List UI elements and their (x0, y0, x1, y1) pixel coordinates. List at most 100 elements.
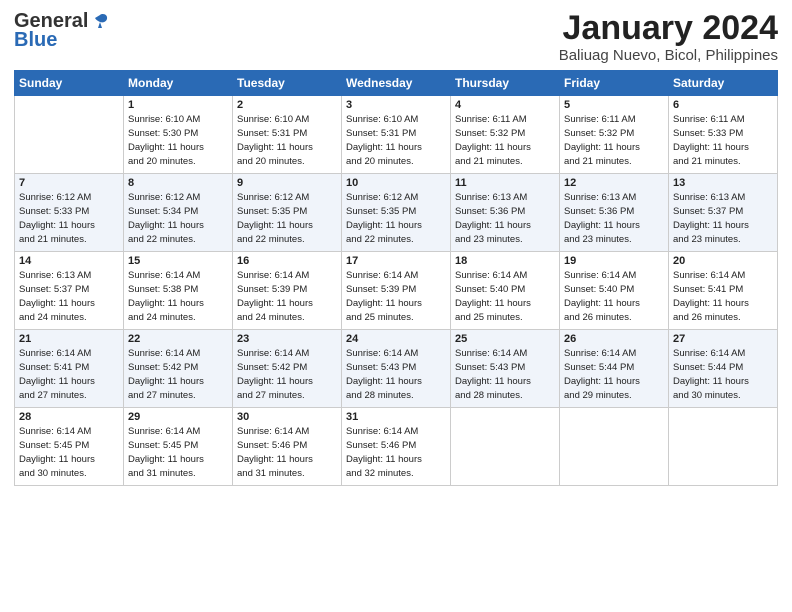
day-number: 6 (673, 99, 773, 111)
cell-info: Sunrise: 6:13 AM Sunset: 5:36 PM Dayligh… (564, 191, 664, 246)
cell-info: Sunrise: 6:14 AM Sunset: 5:40 PM Dayligh… (564, 269, 664, 324)
cell-info: Sunrise: 6:11 AM Sunset: 5:32 PM Dayligh… (455, 113, 555, 168)
day-number: 3 (346, 99, 446, 111)
calendar-cell: 2 Sunrise: 6:10 AM Sunset: 5:31 PM Daylig… (233, 96, 342, 174)
calendar-cell: 23 Sunrise: 6:14 AM Sunset: 5:42 PM Dayli… (233, 330, 342, 408)
calendar-cell: 5Sunrise: 6:11 AM Sunset: 5:32 PM Daylig… (560, 96, 669, 174)
logo-blue: Blue (14, 29, 57, 52)
header: General Blue January 2024 Baliuag Nuevo,… (14, 10, 778, 64)
calendar-cell: 14 Sunrise: 6:13 AM Sunset: 5:37 PM Dayli… (15, 252, 124, 330)
day-number: 24 (346, 333, 446, 345)
day-number: 14 (19, 255, 119, 267)
col-header-tuesday: Tuesday (233, 71, 342, 96)
calendar-cell: 20Sunrise: 6:14 AM Sunset: 5:41 PM Dayli… (669, 252, 778, 330)
cell-info: Sunrise: 6:10 AM Sunset: 5:31 PM Dayligh… (346, 113, 446, 168)
logo: General Blue (14, 10, 110, 52)
day-number: 15 (128, 255, 228, 267)
calendar-cell: 8Sunrise: 6:12 AM Sunset: 5:34 PM Daylig… (124, 174, 233, 252)
week-row-5: 28 Sunrise: 6:14 AM Sunset: 5:45 PM Dayli… (15, 408, 778, 486)
cell-info: Sunrise: 6:14 AM Sunset: 5:45 PM Dayligh… (19, 425, 119, 480)
calendar-cell: 25Sunrise: 6:14 AM Sunset: 5:43 PM Dayli… (451, 330, 560, 408)
day-number: 1 (128, 99, 228, 111)
day-number: 17 (346, 255, 446, 267)
month-title: January 2024 (559, 10, 778, 47)
calendar-cell: 9 Sunrise: 6:12 AM Sunset: 5:35 PM Daylig… (233, 174, 342, 252)
page: General Blue January 2024 Baliuag Nuevo,… (0, 0, 792, 612)
cell-info: Sunrise: 6:14 AM Sunset: 5:44 PM Dayligh… (564, 347, 664, 402)
cell-info: Sunrise: 6:14 AM Sunset: 5:41 PM Dayligh… (19, 347, 119, 402)
col-header-friday: Friday (560, 71, 669, 96)
calendar-cell (15, 96, 124, 174)
day-number: 30 (237, 411, 337, 423)
day-number: 5 (564, 99, 664, 111)
cell-info: Sunrise: 6:14 AM Sunset: 5:46 PM Dayligh… (346, 425, 446, 480)
cell-info: Sunrise: 6:13 AM Sunset: 5:37 PM Dayligh… (19, 269, 119, 324)
cell-info: Sunrise: 6:14 AM Sunset: 5:42 PM Dayligh… (128, 347, 228, 402)
cell-info: Sunrise: 6:10 AM Sunset: 5:30 PM Dayligh… (128, 113, 228, 168)
calendar-cell (451, 408, 560, 486)
cell-info: Sunrise: 6:14 AM Sunset: 5:39 PM Dayligh… (237, 269, 337, 324)
col-header-monday: Monday (124, 71, 233, 96)
calendar-cell: 7 Sunrise: 6:12 AM Sunset: 5:33 PM Daylig… (15, 174, 124, 252)
day-number: 13 (673, 177, 773, 189)
day-number: 4 (455, 99, 555, 111)
day-number: 10 (346, 177, 446, 189)
cell-info: Sunrise: 6:14 AM Sunset: 5:42 PM Dayligh… (237, 347, 337, 402)
day-number: 8 (128, 177, 228, 189)
calendar-cell: 18Sunrise: 6:14 AM Sunset: 5:40 PM Dayli… (451, 252, 560, 330)
header-row: SundayMondayTuesdayWednesdayThursdayFrid… (15, 71, 778, 96)
day-number: 9 (237, 177, 337, 189)
cell-info: Sunrise: 6:14 AM Sunset: 5:44 PM Dayligh… (673, 347, 773, 402)
col-header-saturday: Saturday (669, 71, 778, 96)
week-row-4: 21 Sunrise: 6:14 AM Sunset: 5:41 PM Dayli… (15, 330, 778, 408)
week-row-3: 14 Sunrise: 6:13 AM Sunset: 5:37 PM Dayli… (15, 252, 778, 330)
day-number: 2 (237, 99, 337, 111)
calendar-cell: 4 Sunrise: 6:11 AM Sunset: 5:32 PM Daylig… (451, 96, 560, 174)
day-number: 16 (237, 255, 337, 267)
cell-info: Sunrise: 6:11 AM Sunset: 5:33 PM Dayligh… (673, 113, 773, 168)
calendar-cell (669, 408, 778, 486)
week-row-1: 1 Sunrise: 6:10 AM Sunset: 5:30 PM Daylig… (15, 96, 778, 174)
calendar-cell: 26 Sunrise: 6:14 AM Sunset: 5:44 PM Dayli… (560, 330, 669, 408)
cell-info: Sunrise: 6:14 AM Sunset: 5:43 PM Dayligh… (455, 347, 555, 402)
location-title: Baliuag Nuevo, Bicol, Philippines (559, 47, 778, 64)
col-header-sunday: Sunday (15, 71, 124, 96)
day-number: 21 (19, 333, 119, 345)
calendar-cell: 30Sunrise: 6:14 AM Sunset: 5:46 PM Dayli… (233, 408, 342, 486)
title-block: January 2024 Baliuag Nuevo, Bicol, Phili… (559, 10, 778, 64)
day-number: 11 (455, 177, 555, 189)
calendar-cell: 22 Sunrise: 6:14 AM Sunset: 5:42 PM Dayli… (124, 330, 233, 408)
calendar-cell: 1 Sunrise: 6:10 AM Sunset: 5:30 PM Daylig… (124, 96, 233, 174)
day-number: 20 (673, 255, 773, 267)
cell-info: Sunrise: 6:12 AM Sunset: 5:33 PM Dayligh… (19, 191, 119, 246)
calendar-cell: 12Sunrise: 6:13 AM Sunset: 5:36 PM Dayli… (560, 174, 669, 252)
calendar-cell: 15 Sunrise: 6:14 AM Sunset: 5:38 PM Dayli… (124, 252, 233, 330)
calendar-cell: 16 Sunrise: 6:14 AM Sunset: 5:39 PM Dayli… (233, 252, 342, 330)
cell-info: Sunrise: 6:14 AM Sunset: 5:38 PM Dayligh… (128, 269, 228, 324)
day-number: 7 (19, 177, 119, 189)
cell-info: Sunrise: 6:14 AM Sunset: 5:43 PM Dayligh… (346, 347, 446, 402)
calendar-cell: 10 Sunrise: 6:12 AM Sunset: 5:35 PM Dayli… (342, 174, 451, 252)
day-number: 19 (564, 255, 664, 267)
calendar-cell: 29Sunrise: 6:14 AM Sunset: 5:45 PM Dayli… (124, 408, 233, 486)
col-header-thursday: Thursday (451, 71, 560, 96)
calendar-cell: 13Sunrise: 6:13 AM Sunset: 5:37 PM Dayli… (669, 174, 778, 252)
day-number: 23 (237, 333, 337, 345)
calendar-cell: 17 Sunrise: 6:14 AM Sunset: 5:39 PM Dayli… (342, 252, 451, 330)
day-number: 26 (564, 333, 664, 345)
calendar-cell: 3 Sunrise: 6:10 AM Sunset: 5:31 PM Daylig… (342, 96, 451, 174)
cell-info: Sunrise: 6:14 AM Sunset: 5:40 PM Dayligh… (455, 269, 555, 324)
day-number: 28 (19, 411, 119, 423)
calendar-cell: 11Sunrise: 6:13 AM Sunset: 5:36 PM Dayli… (451, 174, 560, 252)
cell-info: Sunrise: 6:14 AM Sunset: 5:39 PM Dayligh… (346, 269, 446, 324)
calendar-cell: 24 Sunrise: 6:14 AM Sunset: 5:43 PM Dayli… (342, 330, 451, 408)
day-number: 22 (128, 333, 228, 345)
calendar-cell: 31 Sunrise: 6:14 AM Sunset: 5:46 PM Dayli… (342, 408, 451, 486)
day-number: 29 (128, 411, 228, 423)
day-number: 31 (346, 411, 446, 423)
cell-info: Sunrise: 6:10 AM Sunset: 5:31 PM Dayligh… (237, 113, 337, 168)
cell-info: Sunrise: 6:12 AM Sunset: 5:35 PM Dayligh… (237, 191, 337, 246)
col-header-wednesday: Wednesday (342, 71, 451, 96)
cell-info: Sunrise: 6:12 AM Sunset: 5:35 PM Dayligh… (346, 191, 446, 246)
day-number: 27 (673, 333, 773, 345)
